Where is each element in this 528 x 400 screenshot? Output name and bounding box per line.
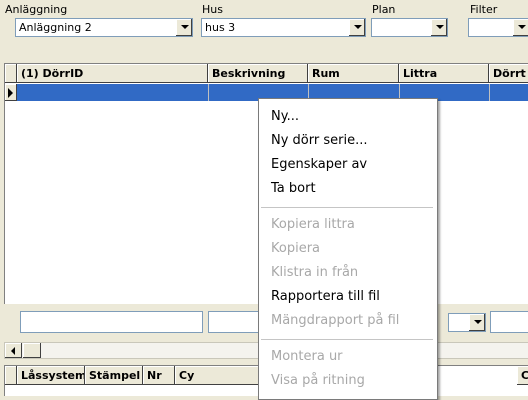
filter-label: Filter bbox=[470, 3, 498, 16]
plan-label: Plan bbox=[372, 3, 396, 16]
menu-item-mangdrapport[interactable]: Mängdrapport på fil bbox=[271, 313, 399, 328]
column-header-nr[interactable]: Nr bbox=[143, 366, 175, 385]
plan-dropdown-button[interactable] bbox=[430, 19, 447, 36]
menu-item-klistra-in[interactable]: Klistra in från bbox=[271, 265, 358, 280]
cell-divider bbox=[489, 84, 490, 101]
menu-item-kopiera[interactable]: Kopiera bbox=[271, 241, 320, 256]
menu-item-kopiera-littra[interactable]: Kopiera littra bbox=[271, 217, 355, 232]
chevron-down-icon bbox=[354, 25, 362, 29]
filter-field-select[interactable] bbox=[448, 313, 486, 332]
current-row-indicator bbox=[5, 84, 17, 101]
row-header-corner bbox=[5, 366, 17, 385]
hus-select[interactable]: hus 3 bbox=[201, 18, 366, 37]
menu-item-egenskaper[interactable]: Egenskaper av bbox=[271, 157, 367, 172]
context-menu: Ny... Ny dörr serie... Egenskaper av Ta … bbox=[258, 98, 438, 400]
filter-select[interactable] bbox=[468, 18, 528, 37]
column-header-rum[interactable]: Rum bbox=[308, 64, 399, 83]
extra-filter-field[interactable] bbox=[490, 311, 528, 333]
menu-item-rapportera-till-fil[interactable]: Rapportera till fil bbox=[271, 289, 380, 304]
row-pointer-icon bbox=[8, 88, 13, 98]
hus-value: hus 3 bbox=[205, 21, 236, 34]
anlaggning-value: Anläggning 2 bbox=[19, 21, 92, 34]
anlaggning-select[interactable]: Anläggning 2 bbox=[15, 18, 193, 37]
column-header-cylinder[interactable]: Cy bbox=[175, 366, 265, 385]
column-header-littra[interactable]: Littra bbox=[399, 64, 489, 83]
scroll-left-button[interactable] bbox=[5, 343, 22, 358]
menu-item-visa-pa-ritning[interactable]: Visa på ritning bbox=[271, 373, 365, 388]
column-header-dorrid[interactable]: (1) DörrID bbox=[17, 64, 208, 83]
filter-field-dropdown-button[interactable] bbox=[468, 314, 485, 331]
column-header-dorrtyp[interactable]: Dörrt bbox=[489, 64, 528, 83]
column-header-lassystem[interactable]: Låssystem bbox=[17, 366, 85, 385]
plan-select[interactable] bbox=[371, 18, 448, 37]
menu-separator bbox=[261, 207, 433, 208]
menu-item-ny-dorr-serie[interactable]: Ny dörr serie... bbox=[271, 133, 367, 148]
hus-label: Hus bbox=[202, 3, 223, 16]
anlaggning-label: Anläggning bbox=[5, 3, 68, 16]
row-header-corner bbox=[5, 64, 17, 83]
chevron-down-icon bbox=[436, 25, 444, 29]
menu-item-ny[interactable]: Ny... bbox=[271, 109, 299, 124]
menu-item-montera-ur[interactable]: Montera ur bbox=[271, 349, 343, 364]
column-header-c[interactable]: C bbox=[517, 366, 528, 385]
scroll-thumb[interactable] bbox=[23, 343, 41, 358]
chevron-down-icon bbox=[474, 320, 482, 324]
column-header-beskrivning[interactable]: Beskrivning bbox=[208, 64, 308, 83]
anlaggning-dropdown-button[interactable] bbox=[175, 19, 192, 36]
cell-divider bbox=[208, 84, 209, 101]
menu-item-ta-bort[interactable]: Ta bort bbox=[271, 181, 316, 196]
dorrid-filter-field[interactable] bbox=[20, 311, 203, 333]
column-header-stampel[interactable]: Stämpel bbox=[85, 366, 143, 385]
hus-dropdown-button[interactable] bbox=[348, 19, 365, 36]
arrow-left-icon bbox=[11, 347, 15, 355]
chevron-down-icon bbox=[181, 25, 189, 29]
filter-dropdown-button[interactable] bbox=[512, 19, 528, 36]
menu-separator bbox=[261, 339, 433, 340]
chevron-down-icon bbox=[518, 25, 526, 29]
